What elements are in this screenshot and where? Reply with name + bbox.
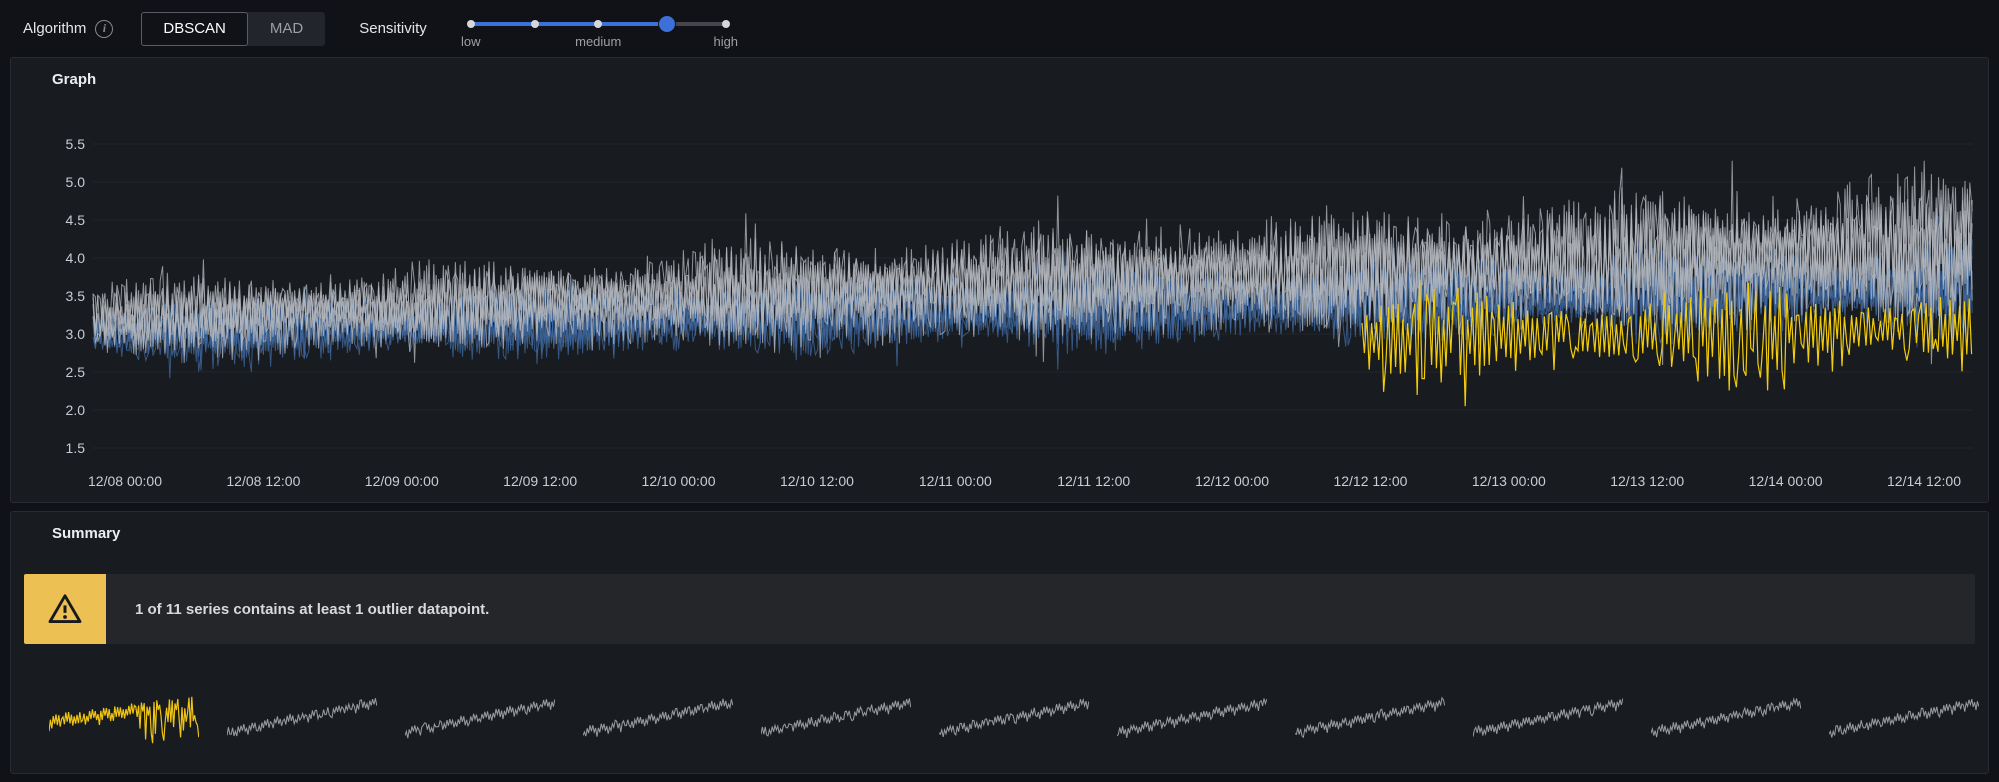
y-axis-label: 3.5: [66, 288, 86, 304]
slider-fill: [471, 22, 667, 26]
sparkline-path: [939, 699, 1089, 737]
main-chart[interactable]: 1.5 2.0 2.5 3.0 3.5 4.0 4.5 5.0 5.5 12/08 00:00 12…: [11, 96, 1986, 500]
sparkline-path: [583, 699, 733, 737]
sparkline-path: [227, 698, 377, 736]
sparkline-6[interactable]: [1117, 670, 1267, 770]
algorithm-radio-group: DBSCAN MAD: [141, 12, 325, 46]
alert-message: 1 of 11 series contains at least 1 outli…: [106, 574, 489, 644]
algorithm-option-dbscan[interactable]: DBSCAN: [141, 12, 248, 46]
y-axis-label: 5.5: [66, 136, 86, 152]
sparkline-4[interactable]: [761, 670, 911, 770]
sparkline-7[interactable]: [1295, 670, 1445, 770]
graph-panel: Graph 1.5 2.0 2.5 3.0 3.5 4.0 4.5 5.0 5.5 12/08 0…: [10, 57, 1989, 503]
sparkline-path: [761, 698, 911, 736]
x-axis-label: 12/08 12:00: [226, 473, 300, 489]
y-axis-label: 4.5: [66, 212, 86, 228]
slider-mark[interactable]: [722, 20, 730, 28]
sparkline-path: [1117, 699, 1267, 738]
y-axis-label: 3.0: [66, 326, 86, 342]
sensitivity-slider[interactable]: lowmediumhigh: [471, 10, 726, 54]
sparkline-3[interactable]: [583, 670, 733, 770]
x-axis-label: 12/13 12:00: [1610, 473, 1684, 489]
y-axis-label: 5.0: [66, 174, 86, 190]
y-axis-label: 2.5: [66, 364, 86, 380]
slider-mark[interactable]: [467, 20, 475, 28]
sparkline-path: [1295, 698, 1445, 737]
outlier-alert: 1 of 11 series contains at least 1 outli…: [24, 574, 1975, 644]
info-icon[interactable]: i: [95, 20, 113, 38]
x-axis-label: 12/12 00:00: [1195, 473, 1269, 489]
summary-panel: Summary 1 of 11 series contains at least…: [10, 511, 1989, 774]
sparkline-8[interactable]: [1473, 670, 1623, 770]
sparkline-path: [1829, 699, 1979, 737]
x-axis-label: 12/11 00:00: [919, 473, 992, 489]
sparkline-10[interactable]: [1829, 670, 1979, 770]
sparkline-1[interactable]: [227, 670, 377, 770]
sparkline-path: [49, 697, 199, 743]
warning-icon: [24, 574, 106, 644]
x-axis-label: 12/14 12:00: [1887, 473, 1961, 489]
x-axis-label: 12/14 00:00: [1749, 473, 1823, 489]
algorithm-label: Algorithm: [23, 20, 86, 37]
graph-panel-title: Graph: [52, 71, 96, 88]
summary-panel-title: Summary: [52, 525, 120, 542]
x-axis-label: 12/11 12:00: [1057, 473, 1130, 489]
slider-mark[interactable]: [531, 20, 539, 28]
sparkline-9[interactable]: [1651, 670, 1801, 770]
x-axis-label: 12/09 12:00: [503, 473, 577, 489]
x-axis-label: 12/09 00:00: [365, 473, 439, 489]
slider-handle[interactable]: [659, 16, 675, 32]
sparkline-2[interactable]: [405, 670, 555, 770]
x-axis-label: 12/08 00:00: [88, 473, 162, 489]
sparkline-outlier-0[interactable]: [49, 670, 199, 770]
x-axis-label: 12/12 12:00: [1333, 473, 1407, 489]
y-axis-label: 1.5: [66, 440, 86, 456]
slider-mark[interactable]: [594, 20, 602, 28]
slider-label-medium: medium: [575, 34, 621, 49]
sparkline-path: [1651, 699, 1801, 738]
slider-label-high: high: [713, 34, 738, 49]
x-axis-label: 12/13 00:00: [1472, 473, 1546, 489]
sparkline-row: [49, 670, 1979, 770]
x-axis-label: 12/10 12:00: [780, 473, 854, 489]
sensitivity-label: Sensitivity: [359, 20, 427, 37]
toolbar: Algorithm i DBSCAN MAD Sensitivity lowme…: [0, 0, 1999, 57]
slider-label-low: low: [461, 34, 481, 49]
sparkline-path: [1473, 699, 1623, 737]
sparkline-5[interactable]: [939, 670, 1089, 770]
sparkline-path: [405, 699, 555, 738]
x-axis-label: 12/10 00:00: [642, 473, 716, 489]
algorithm-option-mad[interactable]: MAD: [248, 12, 325, 46]
y-axis-label: 2.0: [66, 402, 86, 418]
y-axis-label: 4.0: [66, 250, 86, 266]
